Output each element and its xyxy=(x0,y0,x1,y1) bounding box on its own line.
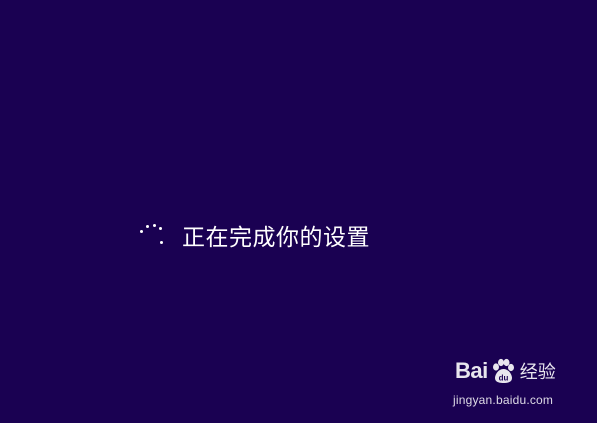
du-paw-logo-icon: du xyxy=(492,358,514,383)
baidu-jingyan-watermark: Bai du 经验 jingyan.baidu.com xyxy=(453,355,565,413)
spinner-dot xyxy=(146,225,149,228)
spinner-dot xyxy=(140,230,143,233)
watermark-brand-right: 经验 xyxy=(519,362,556,383)
loading-spinner-icon xyxy=(138,222,170,254)
setup-status: 正在完成你的设置 xyxy=(138,222,370,254)
spinner-dot xyxy=(160,241,163,244)
spinner-dot xyxy=(153,224,156,227)
watermark-brand-left: Bai xyxy=(455,358,488,383)
watermark-logo: Bai du 经验 xyxy=(455,355,556,387)
status-text: 正在完成你的设置 xyxy=(182,225,370,251)
watermark-url: jingyan.baidu.com xyxy=(453,393,554,407)
spinner-dot xyxy=(159,227,162,230)
setup-screen: 正在完成你的设置 Bai du 经验 jingyan.baidu.com xyxy=(0,0,597,423)
svg-text:du: du xyxy=(498,374,508,383)
